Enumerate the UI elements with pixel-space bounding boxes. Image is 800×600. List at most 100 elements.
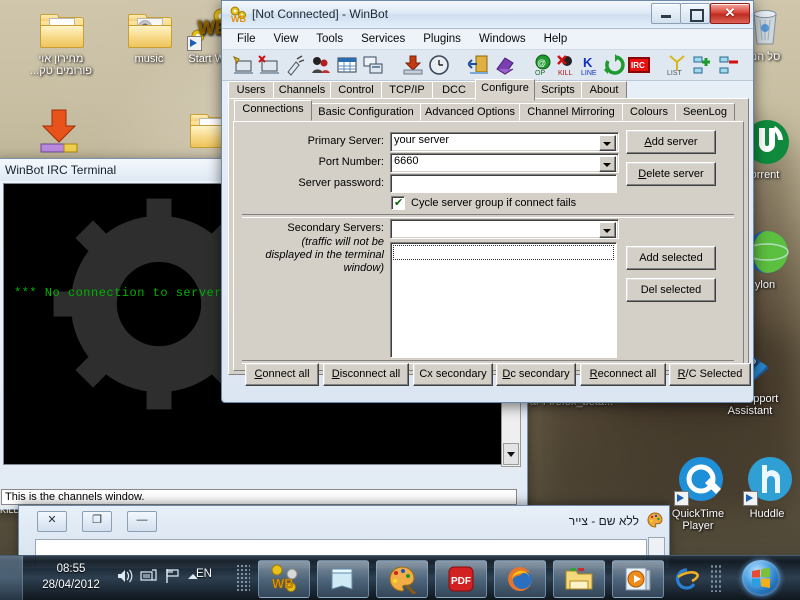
menu-item-tools[interactable]: Tools <box>307 31 352 47</box>
primary-server-combo[interactable]: your server <box>390 132 619 152</box>
add-user-icon[interactable] <box>232 54 254 76</box>
tab-advanced-options[interactable]: Advanced Options <box>420 103 520 121</box>
maximize-button[interactable] <box>680 3 710 24</box>
user-clean-icon[interactable] <box>284 54 306 76</box>
disconnect-all-button[interactable]: Disconnect all <box>323 363 409 386</box>
menu-item-file[interactable]: File <box>228 31 265 47</box>
remove-user-icon[interactable] <box>258 54 280 76</box>
list-icon[interactable]: LIST <box>666 54 688 76</box>
book-icon[interactable] <box>494 54 516 76</box>
menu-item-plugins[interactable]: Plugins <box>414 31 470 47</box>
paint-maximize-button[interactable]: ❐ <box>82 511 112 532</box>
add-server-button[interactable]: AAdd serverdd server <box>626 130 716 154</box>
svg-text:K: K <box>583 55 593 70</box>
taskbar-item-firefox[interactable] <box>494 560 546 598</box>
paint-minimize-button[interactable]: — <box>127 511 157 532</box>
winbot-gears-icon: WB <box>271 564 298 592</box>
menu-item-help[interactable]: Help <box>535 31 577 47</box>
tab-colours[interactable]: Colours <box>622 103 676 121</box>
winbot-title-bar[interactable]: WB [Not Connected] - WinBot ✕ <box>222 1 753 29</box>
checkbox-box[interactable]: ✔ <box>391 196 405 210</box>
kill-icon[interactable]: KILL <box>556 54 578 76</box>
server-password-input[interactable] <box>390 174 617 193</box>
menu-item-view[interactable]: View <box>265 31 308 47</box>
refresh-icon[interactable] <box>604 54 626 76</box>
secondary-servers-list[interactable] <box>390 242 617 358</box>
desktop-icon-downloads[interactable] <box>22 108 100 153</box>
close-button[interactable]: ✕ <box>710 3 750 24</box>
op-icon[interactable]: @ OP <box>532 54 554 76</box>
menu-item-services[interactable]: Services <box>352 31 414 47</box>
table-icon[interactable] <box>336 54 358 76</box>
taskbar[interactable]: 08:55 28/04/2012 EN WB PDF <box>0 555 800 600</box>
cx-secondary-button[interactable]: Cx secondary <box>413 363 493 386</box>
paint-close-button[interactable]: ✕ <box>37 511 67 532</box>
connect-all-button[interactable]: Connect all <box>245 363 319 386</box>
server-password-label: Server password: <box>298 177 384 189</box>
server-icon[interactable] <box>362 54 384 76</box>
winbot-window[interactable]: WB [Not Connected] - WinBot ✕ File View … <box>221 0 754 403</box>
taskbar-dots <box>710 564 722 592</box>
kline-icon[interactable]: K LINE <box>580 54 602 76</box>
taskbar-item-explorer[interactable] <box>553 560 605 598</box>
network-icon[interactable] <box>140 568 158 584</box>
del-selected-button[interactable]: Del selected <box>626 278 716 302</box>
language-indicator[interactable]: EN <box>196 568 212 580</box>
paint-title: ללא שם - צייר <box>568 514 639 528</box>
tab-connections[interactable]: Connections <box>234 100 312 121</box>
paint-palette-icon <box>647 512 663 528</box>
reconnect-all-button[interactable]: Reconnect all <box>580 363 666 386</box>
tab-configure[interactable]: Configure <box>475 79 535 101</box>
irc-icon[interactable]: IRC <box>628 54 650 76</box>
close-icon: ✕ <box>724 5 736 20</box>
clock-time: 08:55 <box>56 563 86 575</box>
chevron-down-icon[interactable] <box>599 222 616 238</box>
remove-node-icon[interactable] <box>718 54 740 76</box>
dc-secondary-button[interactable]: Dc secondary <box>496 363 576 386</box>
pdf-icon: PDF <box>448 566 474 592</box>
svg-text:OP: OP <box>535 70 545 76</box>
list-focus-row[interactable] <box>393 245 614 260</box>
svg-text:KILL: KILL <box>558 70 573 76</box>
winbot-primary-tabs[interactable]: Users Channels Control TCP/IP DCC Config… <box>228 79 747 101</box>
taskbar-item-paint[interactable] <box>376 560 428 598</box>
clock[interactable]: 08:55 28/04/2012 <box>28 561 114 593</box>
minimize-button[interactable] <box>651 3 681 24</box>
taskbar-item-pdf[interactable]: PDF <box>435 560 487 598</box>
desktop-icon-label: מחירון אוי פורומים טק... <box>30 53 92 77</box>
flag-action-center-icon[interactable] <box>164 568 182 584</box>
taskbar-item-notepad[interactable] <box>317 560 369 598</box>
taskbar-item-winbot[interactable]: WB <box>258 560 310 598</box>
port-number-combo[interactable]: 6660 <box>390 153 619 173</box>
delete-server-button[interactable]: Delete server <box>626 162 716 186</box>
chevron-down-icon[interactable] <box>599 135 616 151</box>
tab-basic-configuration[interactable]: Basic Configuration <box>311 103 421 121</box>
internet-explorer-icon[interactable] <box>674 566 700 592</box>
menu-item-windows[interactable]: Windows <box>470 31 535 47</box>
tab-seenlog[interactable]: SeenLog <box>675 103 735 121</box>
add-selected-button[interactable]: Add selected <box>626 246 716 270</box>
secondary-server-combo[interactable] <box>390 219 619 239</box>
door-exit-icon[interactable] <box>468 54 490 76</box>
volume-icon[interactable] <box>116 568 134 584</box>
scroll-down-button[interactable] <box>503 443 519 465</box>
taskbar-grip[interactable] <box>236 564 250 592</box>
primary-server-label: Primary Server: <box>307 135 384 147</box>
add-node-icon[interactable] <box>692 54 714 76</box>
tab-channel-mirroring[interactable]: Channel Mirroring <box>519 103 623 121</box>
terminal-status-bar: This is the channels window. <box>1 489 517 505</box>
download-icon[interactable] <box>402 54 424 76</box>
clock-icon[interactable] <box>428 54 450 76</box>
start-button[interactable] <box>742 560 780 596</box>
winbot-toolbar[interactable]: @ OP KILL K LINE IRC LIST <box>222 50 753 81</box>
taskbar-item-media-player[interactable] <box>612 560 664 598</box>
winbot-gears-icon: WB <box>230 6 246 23</box>
user-group-icon[interactable] <box>310 54 332 76</box>
winbot-menu-bar[interactable]: File View Tools Services Plugins Windows… <box>222 29 753 50</box>
winbot-action-bar: Connect all Disconnect all Cx secondary … <box>228 361 751 389</box>
desktop-icon-folder-hebrew[interactable]: מחירון אוי פורומים טק... <box>22 8 100 77</box>
rc-selected-button[interactable]: R/C Selected <box>669 363 751 386</box>
cycle-server-group-checkbox[interactable]: ✔ Cycle server group if connect fails <box>391 196 576 210</box>
chevron-down-icon[interactable] <box>599 156 616 172</box>
desktop-icon-huddle[interactable]: Huddle <box>728 455 800 520</box>
